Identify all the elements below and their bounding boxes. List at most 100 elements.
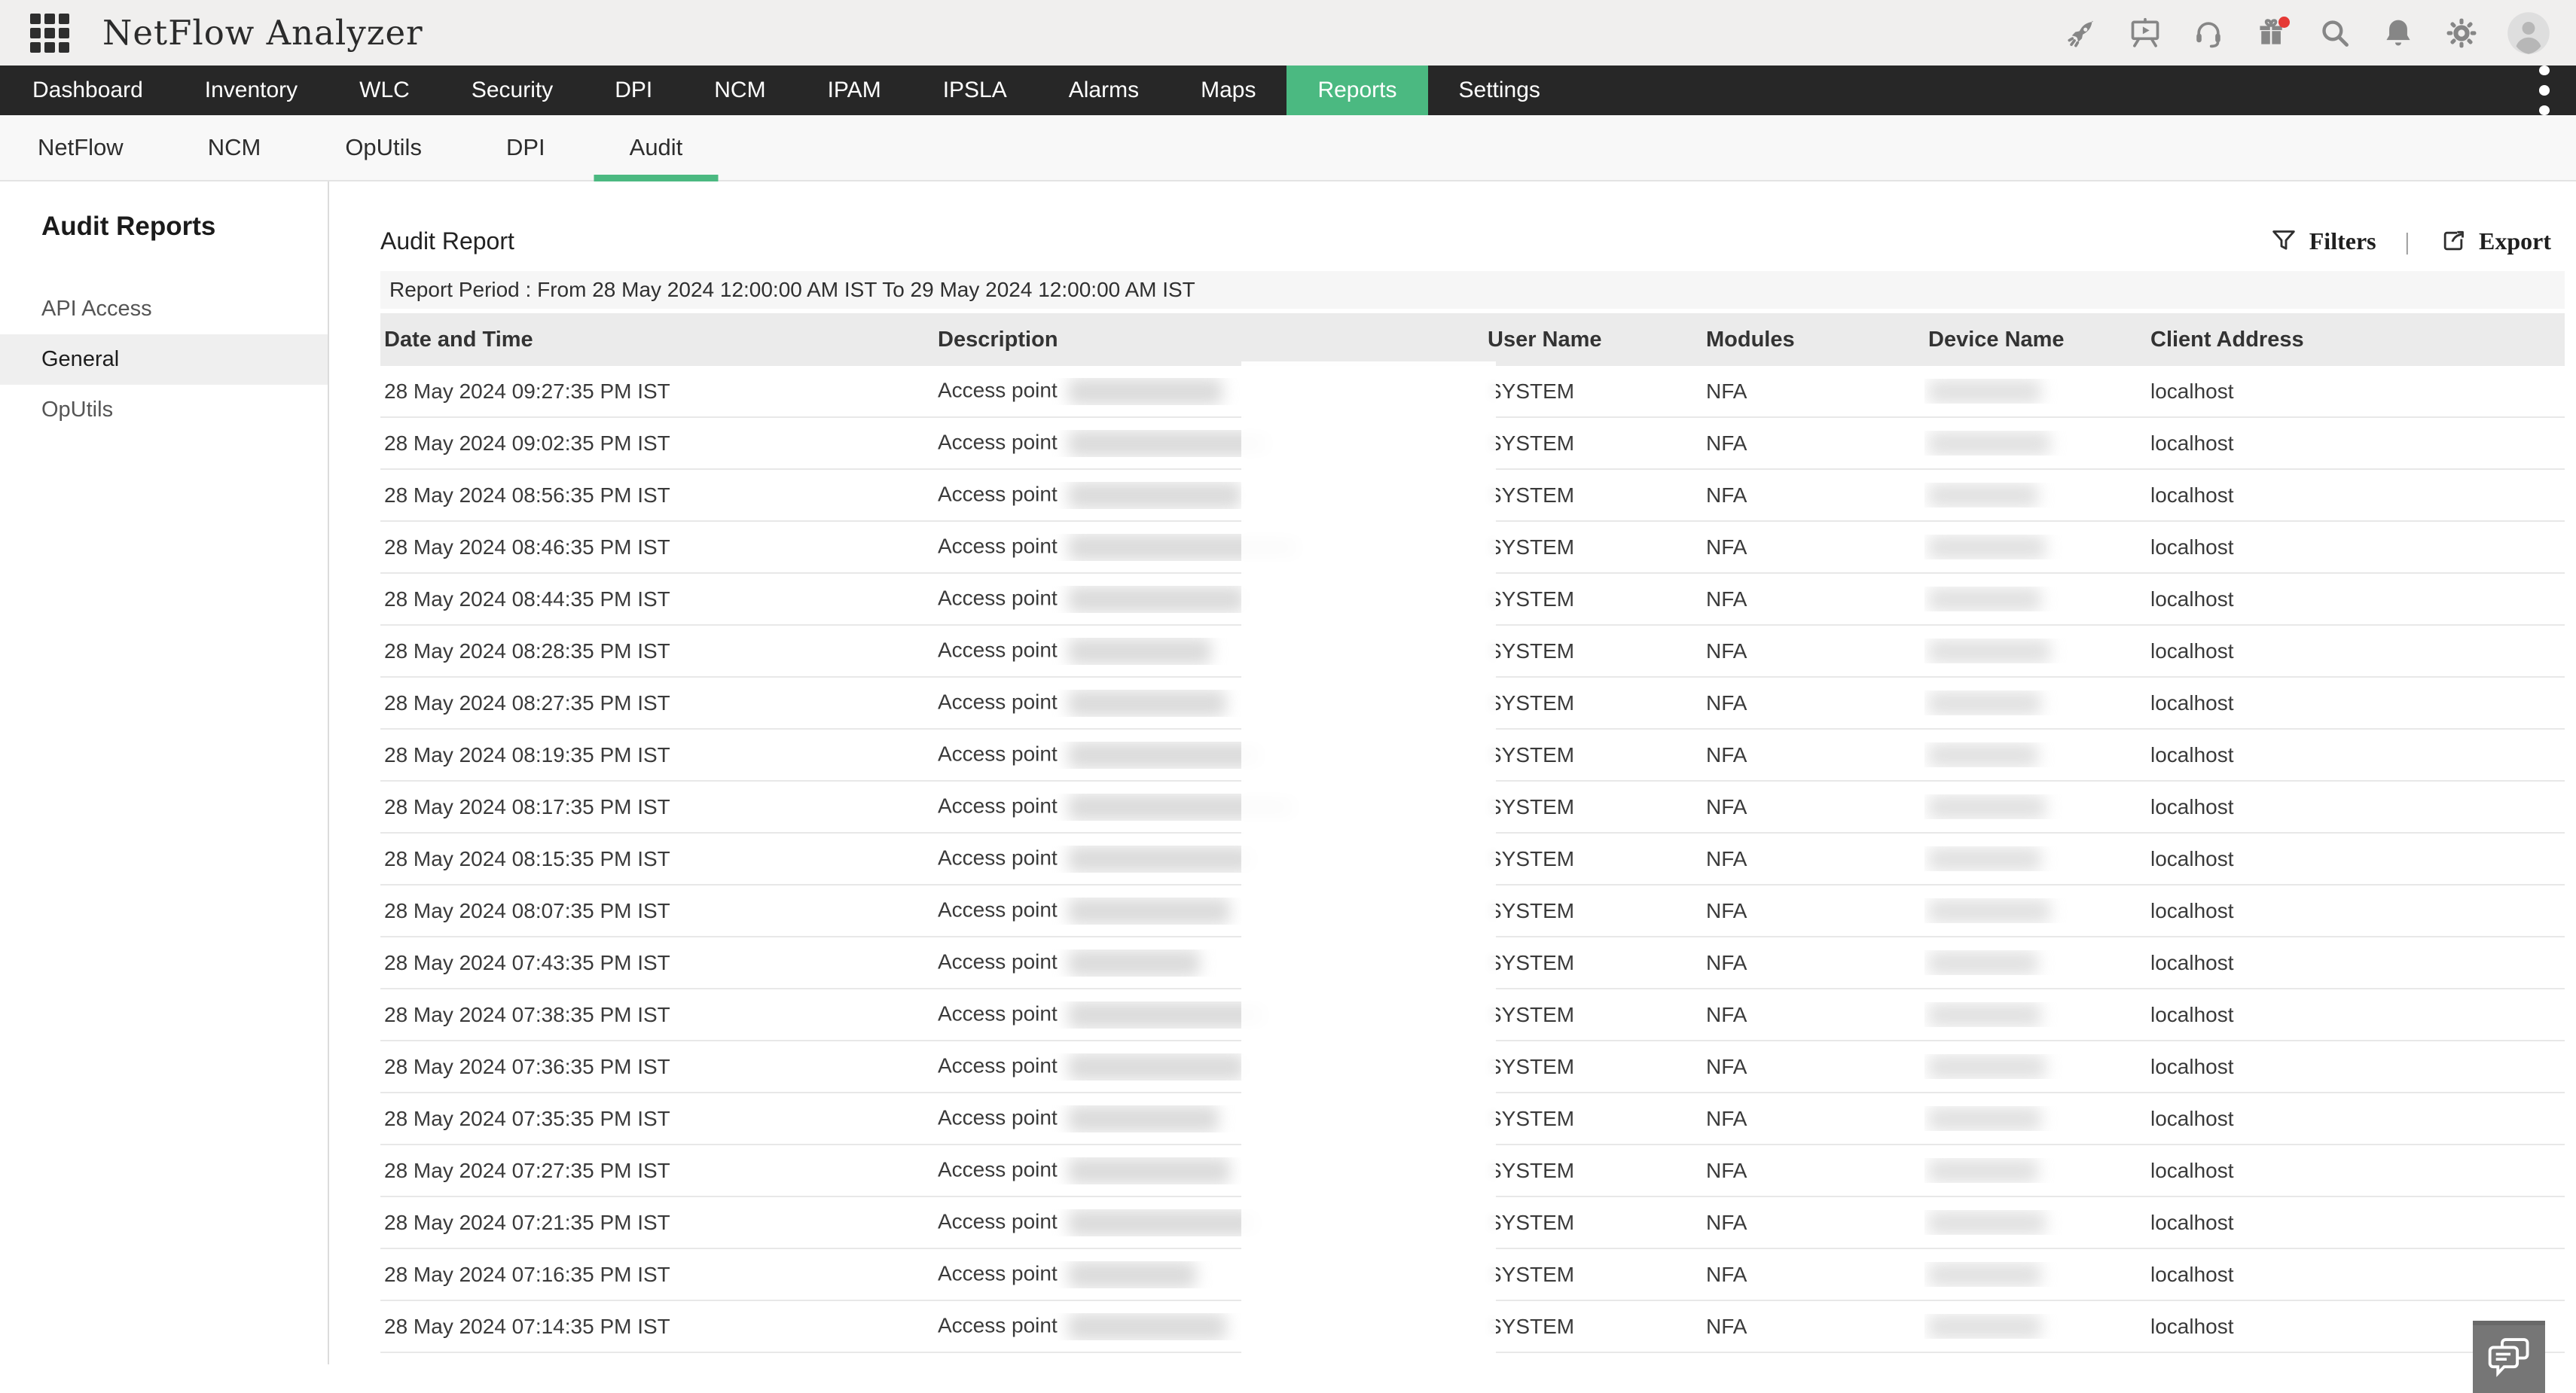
- sidebar-title: Audit Reports: [41, 212, 328, 242]
- tab-oputils[interactable]: OpUtils: [345, 115, 422, 180]
- cell-module: NFA: [1702, 1003, 1924, 1027]
- tab-dpi[interactable]: DPI: [506, 115, 545, 180]
- nav-item-dpi[interactable]: DPI: [584, 66, 683, 115]
- nav-item-inventory[interactable]: Inventory: [174, 66, 328, 115]
- cell-module: NFA: [1702, 795, 1924, 819]
- nav-item-wlc[interactable]: WLC: [328, 66, 441, 115]
- cell-client-address: localhost: [2147, 535, 2565, 559]
- top-bar: NetFlow Analyzer: [0, 0, 2576, 66]
- cell-description: Access point: [934, 949, 1484, 977]
- search-icon[interactable]: [2317, 15, 2353, 51]
- filters-button[interactable]: Filters: [2269, 226, 2376, 256]
- redacted-description-blob: [1068, 1053, 1245, 1081]
- cell-user-name: SYSTEM: [1484, 1003, 1702, 1027]
- cell-user-name: SYSTEM: [1484, 1211, 1702, 1235]
- export-button[interactable]: Export: [2438, 226, 2551, 256]
- cell-user-name: SYSTEM: [1484, 587, 1702, 611]
- nav-item-settings[interactable]: Settings: [1428, 66, 1571, 115]
- cell-user-name: SYSTEM: [1484, 1055, 1702, 1079]
- redacted-description-blob: [1068, 898, 1230, 925]
- cell-description: Access point: [934, 378, 1484, 405]
- video-player-icon[interactable]: [2127, 15, 2163, 51]
- table-row: 28 May 2024 09:27:35 PM IST Access point…: [380, 366, 2565, 418]
- col-date-and-time: Date and Time: [380, 328, 934, 352]
- redacted-device-blob: [1928, 847, 2041, 871]
- nav-item-ipam[interactable]: IPAM: [797, 66, 912, 115]
- redacted-device-blob: [1928, 1107, 2041, 1131]
- table-row: 28 May 2024 08:27:35 PM IST Access point…: [380, 678, 2565, 730]
- cell-client-address: localhost: [2147, 379, 2565, 404]
- table-row: 28 May 2024 08:17:35 PM IST Access point…: [380, 782, 2565, 834]
- nav-item-dashboard[interactable]: Dashboard: [2, 66, 174, 115]
- app-launcher-grid-icon[interactable]: [30, 14, 69, 53]
- kebab-menu-icon[interactable]: [2522, 66, 2567, 115]
- page-title: Audit Report: [380, 227, 514, 255]
- tab-netflow[interactable]: NetFlow: [38, 115, 124, 180]
- cell-module: NFA: [1702, 379, 1924, 404]
- cell-description: Access point: [934, 742, 1484, 769]
- cell-description: Access point: [934, 1001, 1484, 1029]
- cell-description: Access point: [934, 1209, 1484, 1236]
- redacted-device-blob: [1928, 743, 2038, 767]
- cell-user-name: SYSTEM: [1484, 743, 1702, 767]
- user-avatar[interactable]: [2507, 11, 2550, 55]
- table-row: 28 May 2024 08:44:35 PM IST Access point…: [380, 574, 2565, 626]
- nav-item-ipsla[interactable]: IPSLA: [912, 66, 1038, 115]
- cell-datetime: 28 May 2024 08:15:35 PM IST: [380, 847, 934, 871]
- sidebar-item-oputils[interactable]: OpUtils: [0, 385, 328, 435]
- table-row: 28 May 2024 07:27:35 PM IST Access point…: [380, 1145, 2565, 1197]
- nav-item-reports[interactable]: Reports: [1286, 66, 1427, 115]
- cell-client-address: localhost: [2147, 691, 2565, 715]
- nav-item-security[interactable]: Security: [441, 66, 584, 115]
- tab-audit[interactable]: Audit: [630, 115, 683, 180]
- cell-device-name: [1924, 1314, 2147, 1340]
- redacted-device-blob: [1928, 951, 2038, 975]
- redacted-description-blob: [1068, 1209, 1256, 1236]
- cell-module: NFA: [1702, 639, 1924, 663]
- cell-module: NFA: [1702, 1107, 1924, 1131]
- cell-device-name: [1924, 431, 2147, 456]
- redacted-device-blob: [1928, 1055, 2046, 1079]
- cell-datetime: 28 May 2024 08:07:35 PM IST: [380, 899, 934, 923]
- cell-device-name: [1924, 1210, 2147, 1236]
- nav-item-maps[interactable]: Maps: [1170, 66, 1286, 115]
- cell-user-name: SYSTEM: [1484, 379, 1702, 404]
- gear-icon[interactable]: [2443, 15, 2480, 51]
- redacted-description-blob: [1068, 794, 1294, 821]
- cell-device-name: [1924, 1106, 2147, 1132]
- cell-description: Access point: [934, 846, 1484, 873]
- table-row: 28 May 2024 08:56:35 PM IST Access point…: [380, 470, 2565, 522]
- col-client-address: Client Address: [2147, 328, 2565, 352]
- cell-description: Access point: [934, 1105, 1484, 1132]
- cell-user-name: SYSTEM: [1484, 899, 1702, 923]
- headset-support-icon[interactable]: [2190, 15, 2227, 51]
- cell-user-name: SYSTEM: [1484, 1107, 1702, 1131]
- feedback-chat-button[interactable]: [2473, 1321, 2545, 1393]
- tab-ncm[interactable]: NCM: [208, 115, 261, 180]
- redacted-description-blob: [1068, 378, 1222, 405]
- redacted-device-blob: [1928, 535, 2046, 559]
- cell-device-name: [1924, 1158, 2147, 1184]
- cell-user-name: SYSTEM: [1484, 535, 1702, 559]
- cell-module: NFA: [1702, 535, 1924, 559]
- report-period: Report Period : From 28 May 2024 12:00:0…: [380, 271, 2565, 309]
- col-user-name: User Name: [1484, 328, 1702, 352]
- bell-icon[interactable]: [2380, 15, 2416, 51]
- cell-description: Access point: [934, 1261, 1484, 1288]
- cell-description: Access point: [934, 794, 1484, 821]
- nav-item-ncm[interactable]: NCM: [683, 66, 796, 115]
- redacted-description-blob: [1068, 430, 1268, 457]
- cell-client-address: localhost: [2147, 951, 2565, 975]
- funnel-icon: [2269, 226, 2299, 256]
- nav-item-alarms[interactable]: Alarms: [1038, 66, 1170, 115]
- cell-device-name: [1924, 639, 2147, 664]
- cell-description: Access point: [934, 586, 1484, 613]
- cell-user-name: SYSTEM: [1484, 691, 1702, 715]
- sidebar-item-general[interactable]: General: [0, 334, 328, 385]
- cell-description: Access point: [934, 534, 1484, 561]
- gift-icon[interactable]: [2254, 15, 2290, 51]
- rocket-icon[interactable]: [2064, 15, 2100, 51]
- sidebar-item-api-access[interactable]: API Access: [0, 284, 328, 334]
- table-row: 28 May 2024 07:36:35 PM IST Access point…: [380, 1041, 2565, 1093]
- cell-module: NFA: [1702, 483, 1924, 508]
